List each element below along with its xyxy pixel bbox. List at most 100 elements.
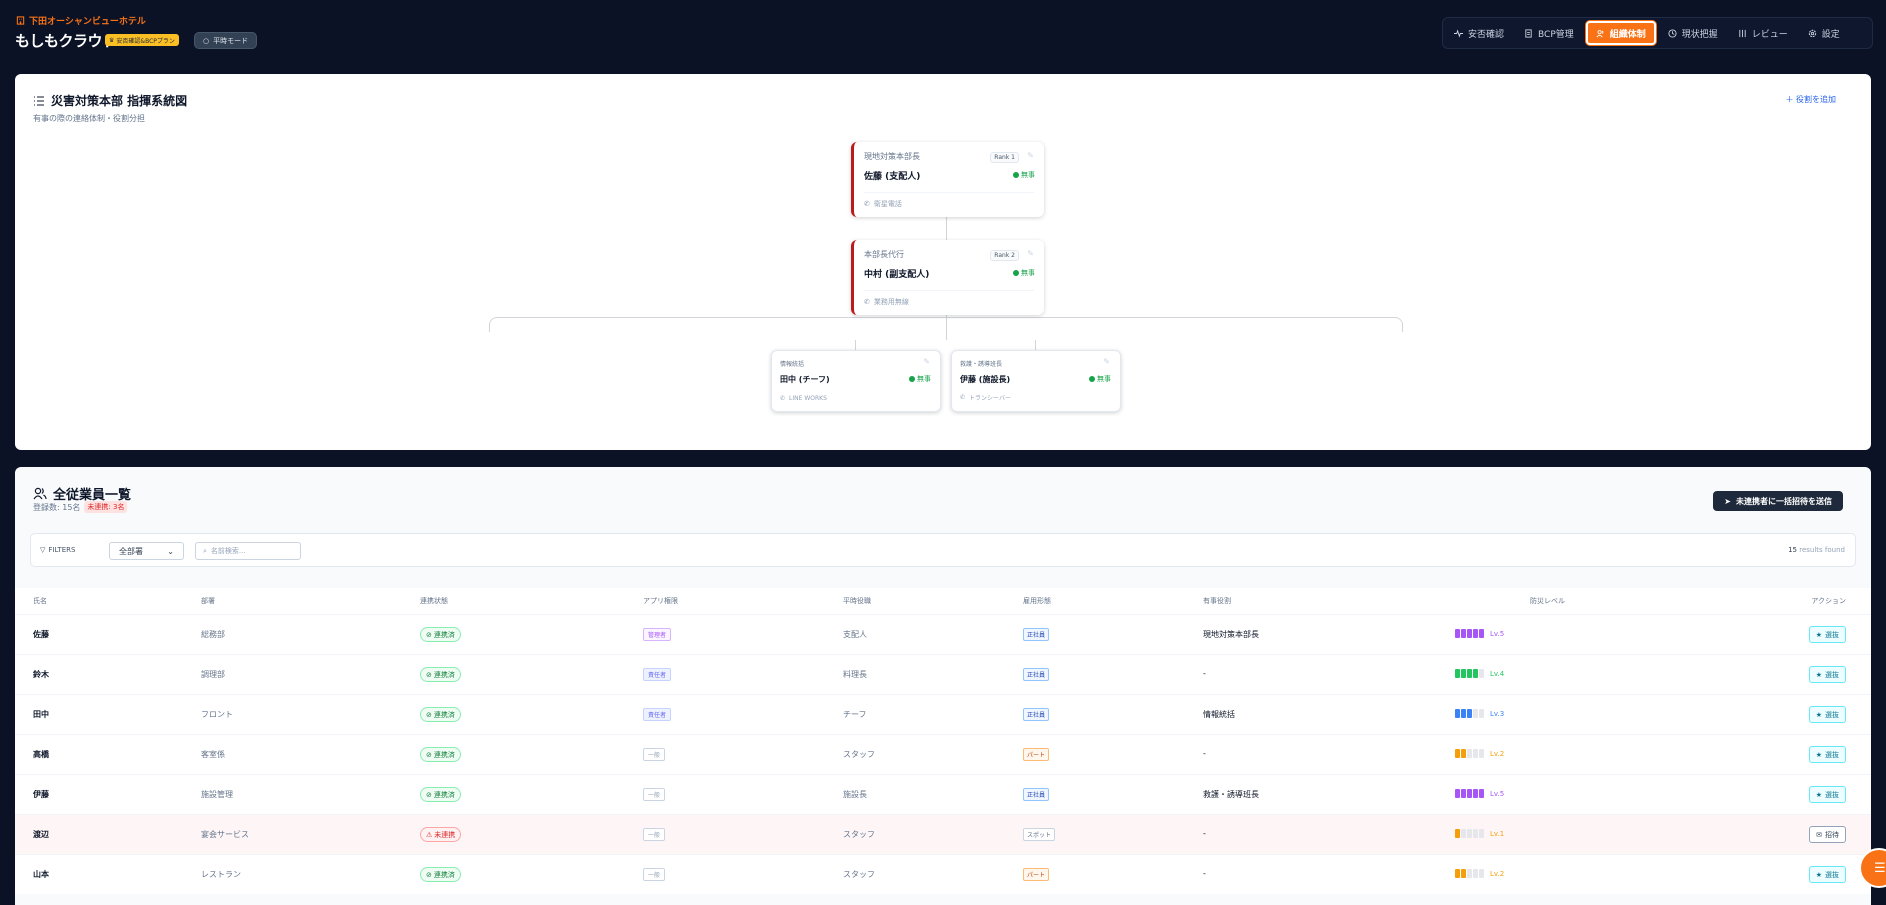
filters-label-text: FILTERS: [48, 546, 76, 554]
nav-status[interactable]: 現状把握: [1660, 21, 1726, 45]
select-button[interactable]: ★ 選抜: [1808, 786, 1846, 803]
nav-label: BCP管理: [1538, 29, 1574, 40]
level-bar: [1479, 869, 1484, 878]
plan-badge: ♛ 安否確認&BCPプラン: [105, 34, 179, 46]
add-role-button[interactable]: ＋ 役割を追加: [1785, 94, 1836, 105]
level-bar: [1467, 749, 1472, 758]
nav-review[interactable]: レビュー: [1730, 21, 1796, 45]
add-role-label: 役割を追加: [1796, 95, 1836, 104]
crisis-role: -: [1203, 669, 1206, 678]
users-icon: [33, 487, 47, 500]
employee-position: 支配人: [843, 630, 867, 639]
column-header: アプリ権限: [643, 597, 678, 605]
employee-name: 高橋: [33, 750, 49, 759]
select-button[interactable]: ★ 選抜: [1808, 866, 1846, 883]
edit-icon[interactable]: ✎: [1027, 151, 1034, 160]
node-rank: Rank 1: [990, 152, 1019, 163]
node-role: 現地対策本部長: [864, 152, 920, 161]
column-header: 平時役職: [843, 597, 871, 605]
edit-icon[interactable]: ✎: [923, 357, 930, 366]
link-status-badge: ⊘ 連携済: [420, 787, 461, 802]
nav-safety-check[interactable]: 安否確認: [1446, 21, 1512, 45]
org-chart-card: 災害対策本部 指揮系統図 有事の際の連絡体制・役割分担 ＋ 役割を追加 現地対策…: [15, 74, 1871, 450]
table-row: 伊藤 施設管理 ⊘ 連携済 一般 施設長 正社員 救護・誘導班長 Lv.5 ★ 選抜: [15, 774, 1871, 814]
node-role: 救護・誘導班長: [960, 361, 1003, 368]
disaster-level-indicator: Lv.1: [1455, 829, 1504, 838]
employee-department: 宴会サービス: [201, 830, 249, 839]
table-row: 渡辺 宴会サービス ⚠ 未連携 一般 スタッフ スポット - Lv.1 ✉ 招待: [15, 814, 1871, 854]
table-header: 氏名 部署 連携状態 アプリ権限 平時役職 雇用形態 有事役割 防災レベル アク…: [15, 588, 1871, 614]
connector-line: [946, 217, 947, 240]
mode-toggle[interactable]: ○ 平時モード: [194, 32, 258, 49]
org-node-rescue[interactable]: 救護・誘導班長 ✎ 伊藤 (施設長) 無事 ✆ トランシーバー: [951, 350, 1121, 412]
level-label: Lv.3: [1490, 709, 1505, 718]
send-icon: ➤: [1724, 496, 1731, 506]
invite-button[interactable]: ✉ 招待: [1809, 826, 1846, 843]
column-header: 有事役割: [1203, 597, 1231, 605]
sliders-icon: [1739, 29, 1746, 37]
circle-icon: ○: [203, 36, 210, 45]
disaster-level-indicator: Lv.3: [1455, 709, 1504, 718]
connector-line: [1035, 340, 1036, 350]
level-bar: [1455, 629, 1460, 638]
employment-type-badge: パート: [1023, 868, 1050, 881]
select-button[interactable]: ★ 選抜: [1808, 746, 1846, 763]
nav-settings[interactable]: 設定: [1800, 21, 1848, 45]
filter-bar: ▽ FILTERS 全部署 ⌄ ⌕ 名前検索... 15 results found: [30, 533, 1856, 567]
crisis-role: 救護・誘導班長: [1203, 790, 1259, 799]
select-button[interactable]: ★ 選抜: [1808, 666, 1846, 683]
building-icon: [16, 16, 25, 25]
status-dot-icon: [909, 376, 915, 382]
link-status-label: 連携済: [433, 750, 455, 759]
level-bar: [1479, 629, 1484, 638]
org-node-info[interactable]: 情報統括 ✎ 田中 (チーフ) 無事 ✆ LINE WORKS: [771, 350, 941, 412]
node-role: 情報統括: [780, 361, 805, 368]
node-contact: ✆ 業務用無線: [864, 290, 1034, 307]
plus-icon: ＋: [1785, 95, 1796, 104]
link-status-label: 連携済: [433, 870, 455, 879]
warning-icon: ⚠: [426, 830, 433, 839]
action-label: 選抜: [1825, 630, 1839, 639]
crisis-role: -: [1203, 749, 1206, 758]
link-status-badge: ⊘ 連携済: [420, 627, 461, 642]
results-count: 15 results found: [1788, 546, 1845, 554]
permission-badge: 一般: [643, 748, 666, 761]
edit-icon[interactable]: ✎: [1103, 357, 1110, 366]
department-select[interactable]: 全部署 ⌄: [109, 542, 184, 560]
node-role: 本部長代行: [864, 250, 904, 259]
level-bar: [1467, 669, 1472, 678]
star-icon: ★: [1815, 870, 1822, 879]
nav-bcp[interactable]: BCP管理: [1516, 21, 1582, 45]
org-node-deputy[interactable]: 本部長代行 Rank 2 ✎ 中村 (副支配人) 無事 ✆ 業務用無線: [851, 240, 1044, 315]
nav-organization[interactable]: 組織体制: [1585, 21, 1656, 45]
phone-icon: ✆: [780, 395, 786, 402]
star-icon: ★: [1815, 750, 1822, 759]
column-header: 防災レベル: [1530, 597, 1565, 605]
results-number: 15: [1788, 546, 1798, 554]
bulk-invite-button[interactable]: ➤ 未連携者に一括招待を送信: [1713, 491, 1843, 511]
employee-department: 調理部: [201, 670, 225, 679]
employee-position: 施設長: [843, 790, 867, 799]
node-status: 無事: [909, 374, 931, 384]
column-header: 部署: [201, 597, 215, 605]
app-name: もしもクラウド: [15, 32, 117, 50]
level-bar: [1455, 709, 1460, 718]
org-node-commander[interactable]: 現地対策本部長 Rank 1 ✎ 佐藤 (支配人) 無事 ✆ 衛星電話: [851, 142, 1044, 217]
level-bar: [1455, 829, 1460, 838]
employee-department: レストラン: [201, 870, 241, 879]
node-contact: ✆ LINE WORKS: [780, 395, 827, 402]
level-label: Lv.4: [1490, 669, 1505, 678]
star-icon: ★: [1815, 670, 1822, 679]
link-icon: ⊘: [426, 870, 432, 879]
select-button[interactable]: ★ 選抜: [1808, 706, 1846, 723]
select-button[interactable]: ★ 選抜: [1808, 626, 1846, 643]
main-nav: 安否確認 BCP管理 組織体制 現状把握 レビュー 設定: [1442, 17, 1873, 49]
edit-icon[interactable]: ✎: [1027, 249, 1034, 258]
star-icon: ★: [1815, 630, 1822, 639]
node-name: 伊藤 (施設長): [960, 375, 1011, 384]
level-bar: [1455, 749, 1460, 758]
link-status-label: 連携済: [433, 670, 455, 679]
name-search-input[interactable]: ⌕ 名前検索...: [195, 542, 301, 560]
employment-type-badge: 正社員: [1023, 628, 1050, 641]
connector-branch: [489, 317, 1403, 332]
